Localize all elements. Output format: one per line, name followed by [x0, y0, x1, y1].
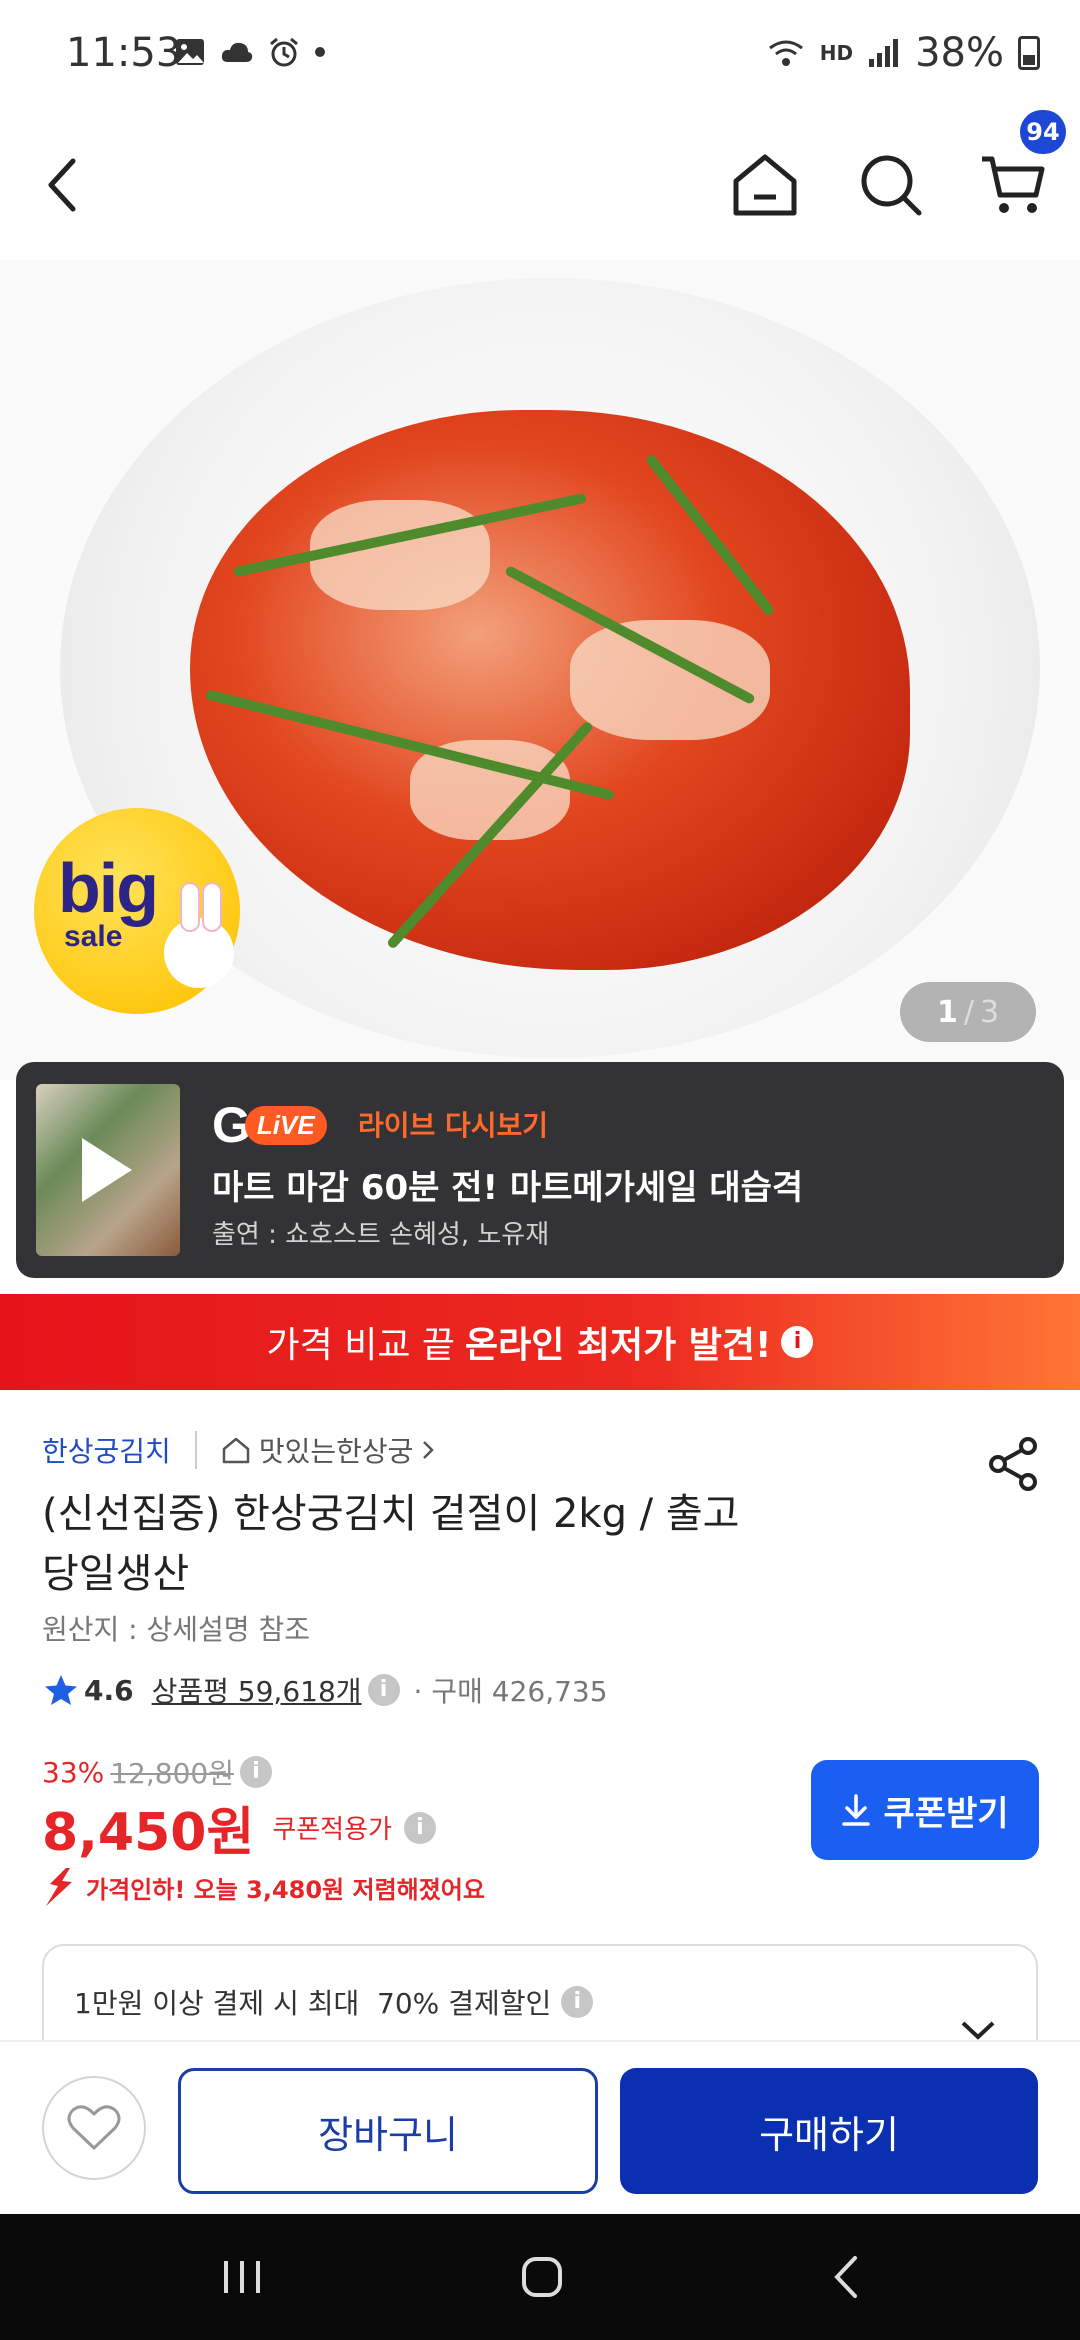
promo-text: 가격 비교 끝 [266, 1325, 456, 1366]
purchase-count: · 구매 426,735 [413, 1675, 608, 1708]
price-drop-notice: 가격인하! 오늘 3,480원 저렴해졌어요 [42, 1866, 485, 1908]
product-origin: 원산지 : 상세설명 참조 [42, 1613, 310, 1646]
gallery-icon [176, 39, 204, 65]
search-button[interactable] [846, 110, 936, 260]
big-sale-badge: big sale [34, 808, 240, 1014]
image-counter-total: 3 [979, 994, 1000, 1030]
coupon-price-label: 쿠폰적용가 [272, 1815, 392, 1845]
cart-count-badge: 94 [1020, 110, 1066, 154]
battery-percent: 38% [915, 30, 1004, 76]
battery-icon [1018, 36, 1040, 70]
status-right: HD 38% [766, 30, 1040, 76]
image-counter-separator: / [963, 994, 974, 1030]
status-notification-icons [174, 36, 326, 68]
reviews-info-icon[interactable]: i [367, 1674, 400, 1706]
price-drop-arrow-icon [46, 1868, 72, 1906]
back-nav-button[interactable] [786, 2214, 906, 2340]
product-title: (신선집중) 한상궁김치 겉절이 2kg / 출고당일생산 [42, 1491, 740, 1597]
divider [194, 1431, 197, 1469]
g-live-logo: G LiVE [212, 1096, 327, 1154]
download-icon [842, 1794, 871, 1826]
product-image-gallery[interactable]: big sale 1 / 3 [0, 260, 1080, 1080]
recent-apps-icon [224, 2261, 260, 2293]
status-bar: 11:53 HD 38% [0, 0, 1080, 110]
share-button[interactable] [986, 1436, 1042, 1492]
back-button[interactable] [18, 110, 108, 260]
original-price: 12,800원 [110, 1757, 234, 1790]
coupon-button-label: 쿠폰받기 [883, 1793, 1009, 1834]
promo-highlight: 온라인 최저가 발견! [465, 1325, 772, 1366]
status-time: 11:53 [66, 30, 182, 76]
recent-apps-button[interactable] [182, 2214, 302, 2340]
home-icon [733, 154, 797, 216]
cloud-icon [221, 42, 253, 62]
share-icon [989, 1437, 1037, 1491]
hd-voice-label: HD [819, 41, 854, 65]
coupon-download-button[interactable]: 쿠폰받기 [811, 1760, 1039, 1860]
big-sale-big-text: big [58, 849, 159, 927]
price-info-icon[interactable]: i [239, 1756, 272, 1788]
big-sale-sale-text: sale [64, 920, 123, 953]
rating-row: 4.6 상품평 59,618개 i · 구매 426,735 [44, 1670, 608, 1710]
signal-icon [869, 39, 899, 67]
wifi-icon [768, 40, 803, 66]
chevron-down-icon[interactable] [960, 2018, 996, 2042]
live-thumbnail[interactable] [36, 1084, 180, 1256]
back-arrow-icon [48, 158, 76, 212]
home-button[interactable] [720, 110, 810, 260]
heart-icon [67, 2105, 121, 2150]
wishlist-button[interactable] [42, 2076, 146, 2180]
store-link[interactable]: 맛있는한상궁 [221, 1430, 436, 1470]
reviews-link[interactable]: 상품평 59,618개 [152, 1670, 362, 1710]
back-nav-icon [834, 2256, 857, 2298]
coupon-price-info-icon[interactable]: i [403, 1811, 436, 1844]
cart-icon [982, 156, 1045, 213]
rating-score: 4.6 [84, 1673, 134, 1707]
sale-price: 8,450원 [42, 1803, 255, 1863]
home-nav-icon [522, 2257, 562, 2297]
payment-discount-text: 1만원 이상 결제 시 최대 70% 결제할인 [74, 1987, 552, 2020]
brand-link[interactable]: 한상궁김치 [42, 1430, 171, 1470]
store-home-icon [222, 1437, 250, 1464]
add-to-cart-button[interactable]: 장바구니 [178, 2068, 598, 2194]
price-drop-text: 가격인하! 오늘 3,480원 저렴해졌어요 [86, 1875, 485, 1904]
bunny-icon [164, 882, 234, 988]
live-replay-banner[interactable]: G LiVE 라이브 다시보기 마트 마감 60분 전! 마트메가세일 대습격 … [16, 1062, 1064, 1278]
image-counter-current: 1 [936, 994, 958, 1030]
search-icon [861, 155, 922, 216]
lowest-price-promo-bar[interactable]: 가격 비교 끝 온라인 최저가 발견! i [0, 1294, 1080, 1390]
image-counter: 1 / 3 [900, 982, 1036, 1042]
info-icon[interactable]: i [781, 1326, 814, 1358]
app-header: 94 [0, 110, 1080, 260]
store-link-label: 맛있는한상궁 [258, 1435, 414, 1468]
system-nav-bar [0, 2214, 1080, 2340]
live-cast: 출연 : 쇼호스트 손혜성, 노유재 [212, 1220, 550, 1250]
bottom-action-bar: 장바구니 구매하기 [0, 2040, 1080, 2214]
live-replay-label: 라이브 다시보기 [358, 1109, 549, 1142]
star-icon [45, 1675, 77, 1705]
store-row: 한상궁김치 맛있는한상궁 [42, 1430, 435, 1470]
home-nav-button[interactable] [482, 2214, 602, 2340]
cart-button[interactable]: 94 [968, 110, 1066, 260]
alarm-icon [270, 37, 298, 67]
price-row: 8,450원 쿠폰적용가 i [42, 1790, 436, 1865]
discount-row: 33% 12,800원 i [42, 1752, 272, 1792]
chevron-right-icon [423, 1441, 435, 1459]
live-title: 마트 마감 60분 전! 마트메가세일 대습격 [212, 1168, 804, 1208]
discount-percent: 33% [42, 1755, 105, 1789]
payment-discount-info-icon[interactable]: i [561, 1986, 594, 2018]
play-icon [82, 1138, 132, 1202]
buy-now-button[interactable]: 구매하기 [620, 2068, 1038, 2194]
live-pill: LiVE [244, 1105, 327, 1145]
dot-icon [315, 47, 325, 57]
